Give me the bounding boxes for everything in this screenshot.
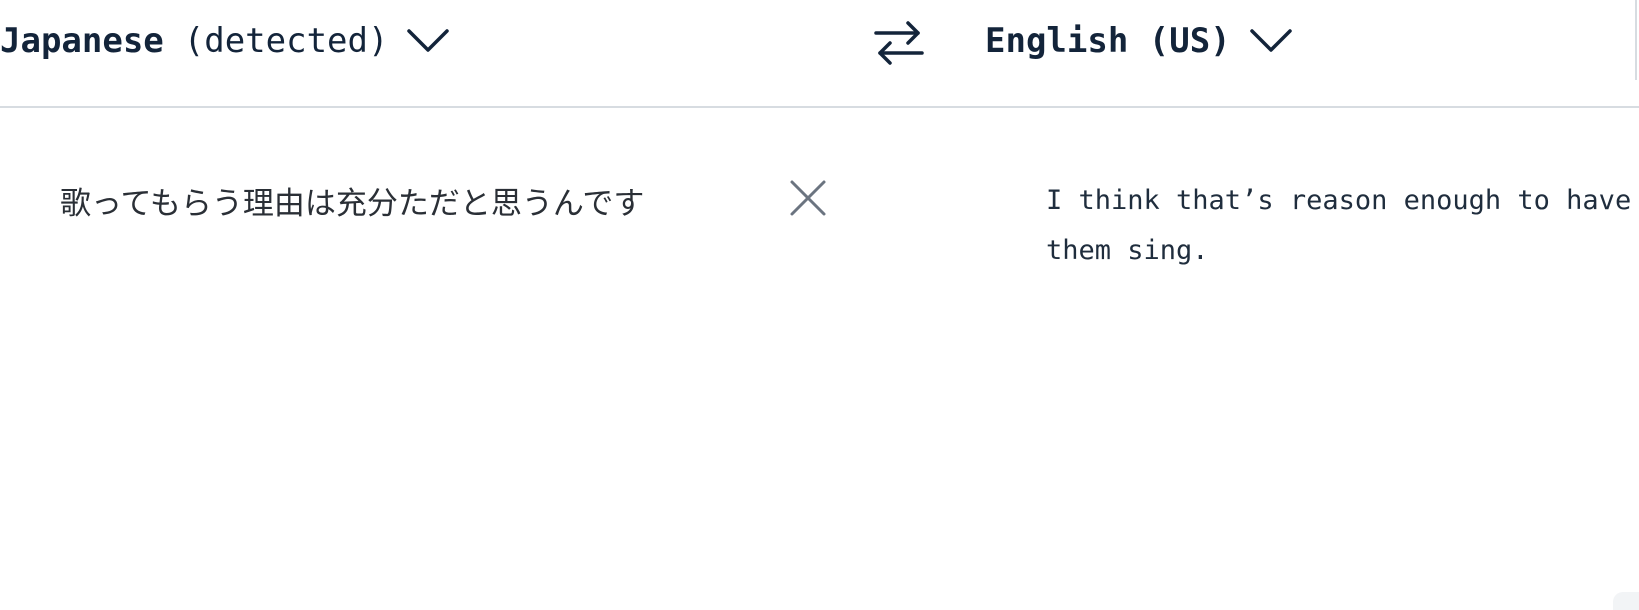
- source-text-input[interactable]: 歌ってもらう理由は充分ただと思うんです: [60, 178, 644, 223]
- source-language-selector[interactable]: Japanese (detected): [0, 14, 450, 68]
- translation-line: I think that’s reason enough to have: [1046, 185, 1632, 216]
- corner-handle: [1613, 592, 1639, 610]
- swap-arrows-icon: [874, 21, 924, 65]
- translation-output: I think that’s reason enough to have the…: [1046, 176, 1639, 276]
- clear-text-button[interactable]: [786, 176, 830, 220]
- close-icon: [790, 180, 826, 216]
- chevron-down-icon: [406, 27, 450, 55]
- panel-divider: [1635, 0, 1637, 80]
- source-language-name: Japanese: [0, 21, 164, 61]
- swap-languages-button[interactable]: [872, 18, 926, 68]
- source-language-status: (detected): [183, 21, 389, 61]
- target-language-selector[interactable]: English (US): [985, 14, 1293, 68]
- chevron-down-icon: [1249, 27, 1293, 55]
- target-language-name: English (US): [985, 21, 1231, 61]
- translation-line: them sing.: [1046, 235, 1209, 266]
